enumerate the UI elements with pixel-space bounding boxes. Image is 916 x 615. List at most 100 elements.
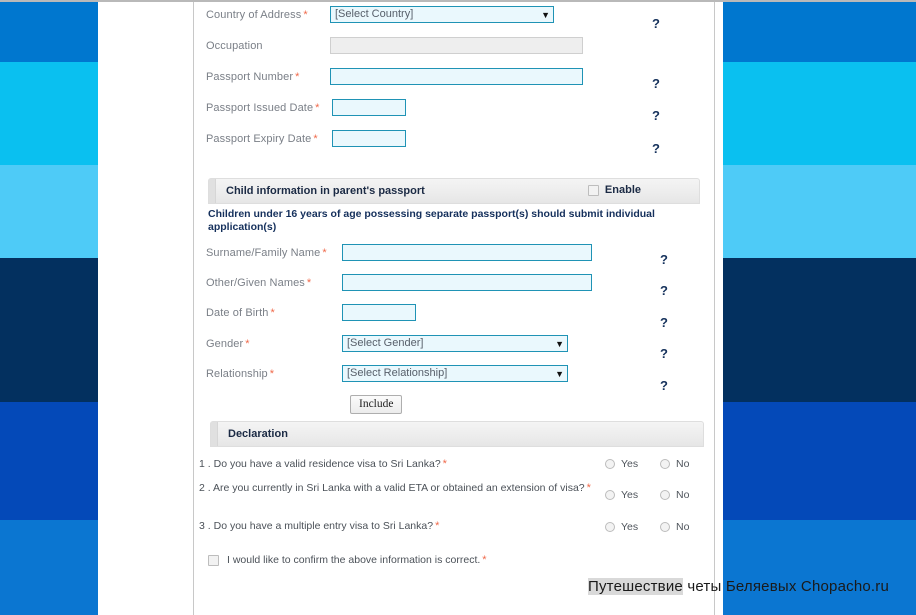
occupation-input[interactable] — [330, 37, 583, 54]
other-given-names-input[interactable] — [342, 274, 592, 291]
surname-family-name-input[interactable] — [342, 244, 592, 261]
declaration-panel-header: Declaration — [210, 421, 704, 447]
radio-no[interactable] — [660, 490, 670, 500]
help-icon-passport-expiry-date[interactable]: ? — [652, 141, 660, 156]
radio-yes[interactable] — [605, 490, 615, 500]
required-marker: * — [313, 133, 318, 145]
q3-answer-no[interactable]: No — [660, 521, 689, 533]
background-band-5 — [0, 402, 98, 520]
background-bands-right — [723, 0, 916, 615]
watermark-part-2: четы Беляевых Chopacho.ru — [682, 578, 890, 595]
include-button[interactable]: Include — [350, 395, 403, 414]
required-marker: * — [315, 102, 320, 114]
select-relationship-value: [Select Relationship] — [347, 367, 448, 379]
help-icon-passport-number[interactable]: ? — [652, 76, 660, 91]
select-gender-value: [Select Gender] — [347, 337, 424, 349]
background-band-3 — [723, 165, 916, 258]
field-row-gender: Gender * [Select Gender] ▼ ? — [194, 335, 714, 361]
q2-answer-yes[interactable]: Yes — [605, 489, 638, 501]
field-row-other-given-names: Other/Given Names * ? — [194, 274, 714, 298]
q3-answer-yes[interactable]: Yes — [605, 521, 638, 533]
child-information-panel-header: Child information in parent's passport E… — [208, 178, 700, 204]
question-text: Are you currently in Sri Lanka with a va… — [213, 482, 585, 494]
confirm-information-row[interactable]: I would like to confirm the above inform… — [208, 554, 487, 566]
select-country-of-address[interactable]: [Select Country] ▼ — [330, 6, 554, 23]
help-icon-date-of-birth[interactable]: ? — [660, 315, 668, 330]
visa-application-form: Country of Address * [Select Country] ▼ ?… — [194, 0, 714, 615]
radio-no[interactable] — [660, 459, 670, 469]
help-icon-country-of-address[interactable]: ? — [652, 16, 660, 31]
radio-yes[interactable] — [605, 459, 615, 469]
background-band-2 — [0, 62, 98, 165]
help-icon-relationship[interactable]: ? — [660, 378, 668, 393]
confirm-information-checkbox[interactable] — [208, 554, 219, 566]
field-row-date-of-birth: Date of Birth * ? — [194, 304, 714, 330]
declaration-title: Declaration — [228, 428, 288, 440]
background-band-1 — [0, 0, 98, 62]
passport-issued-date-input[interactable] — [332, 99, 406, 116]
radio-no-label: No — [676, 489, 690, 501]
background-band-2 — [723, 62, 916, 165]
required-marker: * — [586, 482, 591, 494]
label-date-of-birth: Date of Birth * — [206, 307, 275, 319]
radio-no[interactable] — [660, 522, 670, 532]
date-of-birth-input[interactable] — [342, 304, 416, 321]
q1-answer-yes[interactable]: Yes — [605, 458, 638, 470]
child-enable-checkbox[interactable] — [587, 184, 599, 196]
passport-expiry-date-input[interactable] — [332, 130, 406, 147]
question-number: 3 . — [199, 520, 211, 532]
radio-yes-label: Yes — [621, 521, 639, 533]
question-number: 1 . — [199, 458, 211, 470]
background-band-6 — [723, 520, 916, 615]
panel-edge-strip — [209, 179, 216, 203]
field-row-passport-number: Passport Number * ? — [194, 68, 714, 91]
select-relationship[interactable]: [Select Relationship] ▼ — [342, 365, 568, 382]
label-occupation: Occupation — [206, 40, 263, 52]
field-row-surname-family-name: Surname/Family Name * ? — [194, 244, 714, 267]
child-enable-toggle[interactable]: Enable — [587, 184, 641, 196]
declaration-question-2: 2 . Are you currently in Sri Lanka with … — [199, 482, 599, 495]
field-row-country-of-address: Country of Address * [Select Country] ▼ ? — [194, 6, 714, 31]
required-marker: * — [245, 338, 250, 350]
help-icon-passport-issued-date[interactable]: ? — [652, 108, 660, 123]
q1-answer-no[interactable]: No — [660, 458, 689, 470]
field-row-passport-issued-date: Passport Issued Date * ? — [194, 99, 714, 123]
required-marker: * — [295, 71, 300, 83]
confirm-information-label: I would like to confirm the above inform… — [227, 554, 487, 566]
label-gender: Gender * — [206, 338, 250, 350]
help-icon-surname-family-name[interactable]: ? — [660, 252, 668, 267]
required-marker: * — [306, 277, 312, 289]
required-marker: * — [482, 554, 487, 566]
background-band-6 — [0, 520, 98, 615]
question-text: Do you have a multiple entry visa to Sri… — [213, 520, 434, 532]
question-number: 2 . — [199, 482, 211, 494]
radio-yes-label: Yes — [621, 458, 639, 470]
panel-edge-strip — [211, 422, 218, 446]
help-icon-other-given-names[interactable]: ? — [660, 283, 668, 298]
label-passport-number: Passport Number * — [206, 71, 300, 83]
label-surname-family-name: Surname/Family Name * — [206, 247, 327, 259]
chevron-down-icon: ▼ — [541, 10, 550, 20]
child-information-title: Child information in parent's passport — [226, 185, 425, 197]
label-country-of-address: Country of Address * — [206, 9, 308, 21]
label-other-given-names: Other/Given Names * — [206, 277, 312, 289]
required-marker: * — [442, 458, 447, 470]
passport-number-input[interactable] — [330, 68, 583, 85]
watermark-part-1: Путешествие — [588, 578, 683, 595]
q2-answer-no[interactable]: No — [660, 489, 689, 501]
radio-yes[interactable] — [605, 522, 615, 532]
select-gender[interactable]: [Select Gender] ▼ — [342, 335, 568, 352]
required-marker: * — [269, 368, 275, 380]
required-marker: * — [270, 307, 275, 319]
question-text: Do you have a valid residence visa to Sr… — [213, 458, 441, 470]
help-icon-gender[interactable]: ? — [660, 346, 668, 361]
browser-page: Country of Address * [Select Country] ▼ ?… — [0, 0, 916, 615]
radio-no-label: No — [676, 521, 690, 533]
background-band-4 — [723, 258, 916, 402]
background-band-4 — [0, 258, 98, 402]
required-marker: * — [303, 9, 308, 21]
background-bands-left — [0, 0, 98, 615]
field-row-passport-expiry-date: Passport Expiry Date * ? — [194, 130, 714, 156]
declaration-question-1: 1 . Do you have a valid residence visa t… — [199, 458, 609, 471]
radio-yes-label: Yes — [621, 489, 639, 501]
